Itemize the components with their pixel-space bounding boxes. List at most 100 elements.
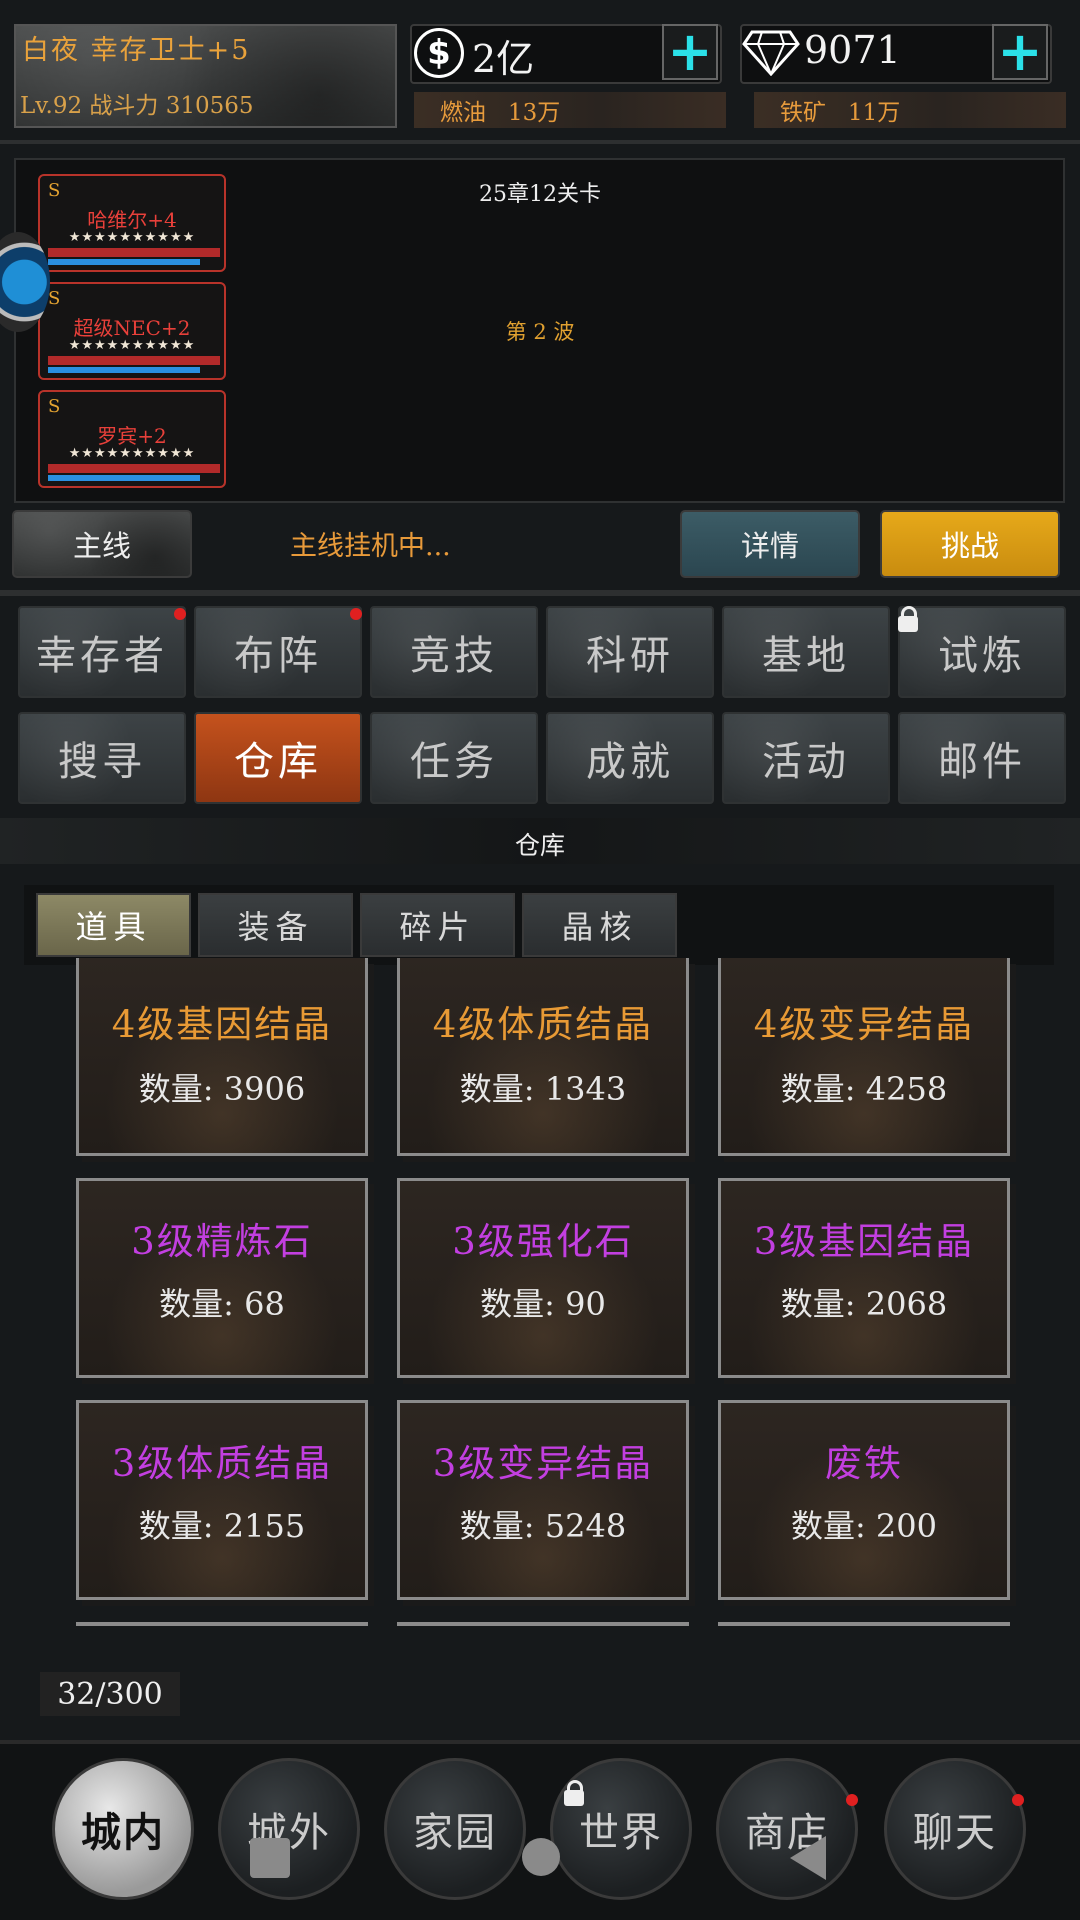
hero-name: 哈维尔+4 — [87, 208, 177, 232]
item-name: 废铁 — [825, 1442, 903, 1485]
fuel-label: 燃油 — [440, 100, 486, 126]
divider — [0, 590, 1080, 596]
challenge-button[interactable]: 挑战 — [880, 510, 1060, 578]
nav-tasks[interactable]: 任务 — [370, 712, 538, 804]
nav-search[interactable]: 搜寻 — [18, 712, 186, 804]
item-name: 3级体质结晶 — [111, 1442, 333, 1485]
lock-icon — [898, 606, 918, 632]
iron-value: 11万 — [848, 100, 901, 126]
hp-bar — [48, 356, 220, 365]
notification-dot — [1012, 1794, 1024, 1806]
item-quantity: 数量: 2155 — [138, 1507, 306, 1545]
hero-card[interactable]: S 罗宾+2 ★★★★★★★★★★ — [38, 390, 226, 488]
hero-rank: S — [48, 180, 61, 201]
dollar-icon: $ — [414, 28, 464, 78]
header-divider — [0, 140, 1080, 144]
item-quantity: 数量: 200 — [790, 1507, 938, 1545]
stage-label: 25章12关卡 — [479, 182, 601, 207]
inventory-item[interactable]: 3级基因结晶 数量: 2068 — [718, 1178, 1010, 1378]
tab-cores[interactable]: 晶核 — [522, 893, 677, 957]
money-value: 2亿 — [472, 37, 535, 81]
energy-bar — [48, 367, 200, 373]
nav-formation[interactable]: 布阵 — [194, 606, 362, 698]
inventory-item[interactable]: 3级体质结晶 数量: 2155 — [76, 1400, 368, 1600]
recent-apps-icon[interactable] — [250, 1838, 290, 1878]
nav-achievements[interactable]: 成就 — [546, 712, 714, 804]
item-name: 3级强化石 — [452, 1220, 634, 1263]
player-level-power: Lv.92 战斗力 310565 — [20, 93, 254, 119]
inventory-item-edge — [397, 1622, 689, 1626]
hero-rank: S — [48, 288, 61, 309]
hero-name: 罗宾+2 — [97, 424, 167, 448]
diamond-value: 9071 — [804, 28, 901, 72]
nav-base[interactable]: 基地 — [722, 606, 890, 698]
hero-card[interactable]: S 哈维尔+4 ★★★★★★★★★★ — [38, 174, 226, 272]
item-name: 4级体质结晶 — [432, 1003, 654, 1046]
main-quest-button[interactable]: 主线 — [12, 510, 192, 578]
energy-bar — [48, 475, 200, 481]
inventory-item-edge — [76, 1622, 368, 1626]
inventory-item-edge — [718, 1622, 1010, 1626]
back-icon[interactable] — [790, 1836, 826, 1880]
player-name: 白夜 幸存卫士+5 — [22, 35, 251, 66]
wave-label: 第 2 波 — [505, 320, 575, 344]
nav-arena[interactable]: 竞技 — [370, 606, 538, 698]
star-rating: ★★★★★★★★★★ — [68, 230, 196, 245]
nav-trial[interactable]: 试炼 — [898, 606, 1066, 698]
tab-inside-city[interactable]: 城内 — [52, 1758, 194, 1900]
item-quantity: 数量: 68 — [159, 1285, 285, 1323]
star-rating: ★★★★★★★★★★ — [68, 446, 196, 461]
item-quantity: 数量: 90 — [480, 1285, 606, 1323]
add-diamond-button[interactable]: + — [992, 24, 1048, 80]
item-quantity: 数量: 2068 — [780, 1285, 948, 1323]
inventory-item[interactable]: 3级精炼石 数量: 68 — [76, 1178, 368, 1378]
item-quantity: 数量: 5248 — [459, 1507, 627, 1545]
idle-status: 主线挂机中... — [290, 531, 451, 562]
inventory-item[interactable]: 4级变异结晶 数量: 4258 — [718, 958, 1010, 1156]
item-name: 3级基因结晶 — [753, 1220, 975, 1263]
nav-events[interactable]: 活动 — [722, 712, 890, 804]
inventory-item[interactable]: 3级变异结晶 数量: 5248 — [397, 1400, 689, 1600]
item-name: 4级变异结晶 — [753, 1003, 975, 1046]
hp-bar — [48, 248, 220, 257]
star-rating: ★★★★★★★★★★ — [68, 338, 196, 353]
fuel-value: 13万 — [508, 100, 561, 126]
tab-equipment[interactable]: 装备 — [198, 893, 353, 957]
inventory-item[interactable]: 4级基因结晶 数量: 3906 — [76, 958, 368, 1156]
tab-shop[interactable]: 商店 — [716, 1758, 858, 1900]
inventory-item[interactable]: 4级体质结晶 数量: 1343 — [397, 958, 689, 1156]
tab-outside-city[interactable]: 城外 — [218, 1758, 360, 1900]
home-icon[interactable] — [522, 1838, 560, 1876]
hero-rank: S — [48, 396, 61, 417]
tab-world[interactable]: 世界 — [550, 1758, 692, 1900]
notification-dot — [846, 1794, 858, 1806]
hero-name: 超级NEC+2 — [73, 316, 191, 340]
inventory-item[interactable]: 3级强化石 数量: 90 — [397, 1178, 689, 1378]
iron-resource: 铁矿 11万 — [754, 92, 1066, 128]
nav-mail[interactable]: 邮件 — [898, 712, 1066, 804]
section-title: 仓库 — [514, 831, 565, 860]
detail-button[interactable]: 详情 — [680, 510, 860, 578]
nav-warehouse[interactable]: 仓库 — [194, 712, 362, 804]
nav-survivors[interactable]: 幸存者 — [18, 606, 186, 698]
hp-bar — [48, 464, 220, 473]
energy-bar — [48, 259, 200, 265]
add-money-button[interactable]: + — [662, 24, 718, 80]
item-quantity: 数量: 1343 — [459, 1070, 627, 1108]
diamond-icon — [742, 30, 800, 76]
item-quantity: 数量: 3906 — [138, 1070, 306, 1108]
item-quantity: 数量: 4258 — [780, 1070, 948, 1108]
inventory-item[interactable]: 废铁 数量: 200 — [718, 1400, 1010, 1600]
tab-chat[interactable]: 聊天 — [884, 1758, 1026, 1900]
tab-items[interactable]: 道具 — [36, 893, 191, 957]
hero-card[interactable]: S 超级NEC+2 ★★★★★★★★★★ — [38, 282, 226, 380]
nav-research[interactable]: 科研 — [546, 606, 714, 698]
tab-homestead[interactable]: 家园 — [384, 1758, 526, 1900]
item-name: 4级基因结晶 — [111, 1003, 333, 1046]
iron-label: 铁矿 — [780, 100, 826, 126]
item-name: 3级精炼石 — [131, 1220, 313, 1263]
tab-fragments[interactable]: 碎片 — [360, 893, 515, 957]
lock-icon — [564, 1780, 584, 1806]
inventory-capacity: 32/300 — [40, 1672, 180, 1716]
notification-dot — [350, 608, 362, 620]
